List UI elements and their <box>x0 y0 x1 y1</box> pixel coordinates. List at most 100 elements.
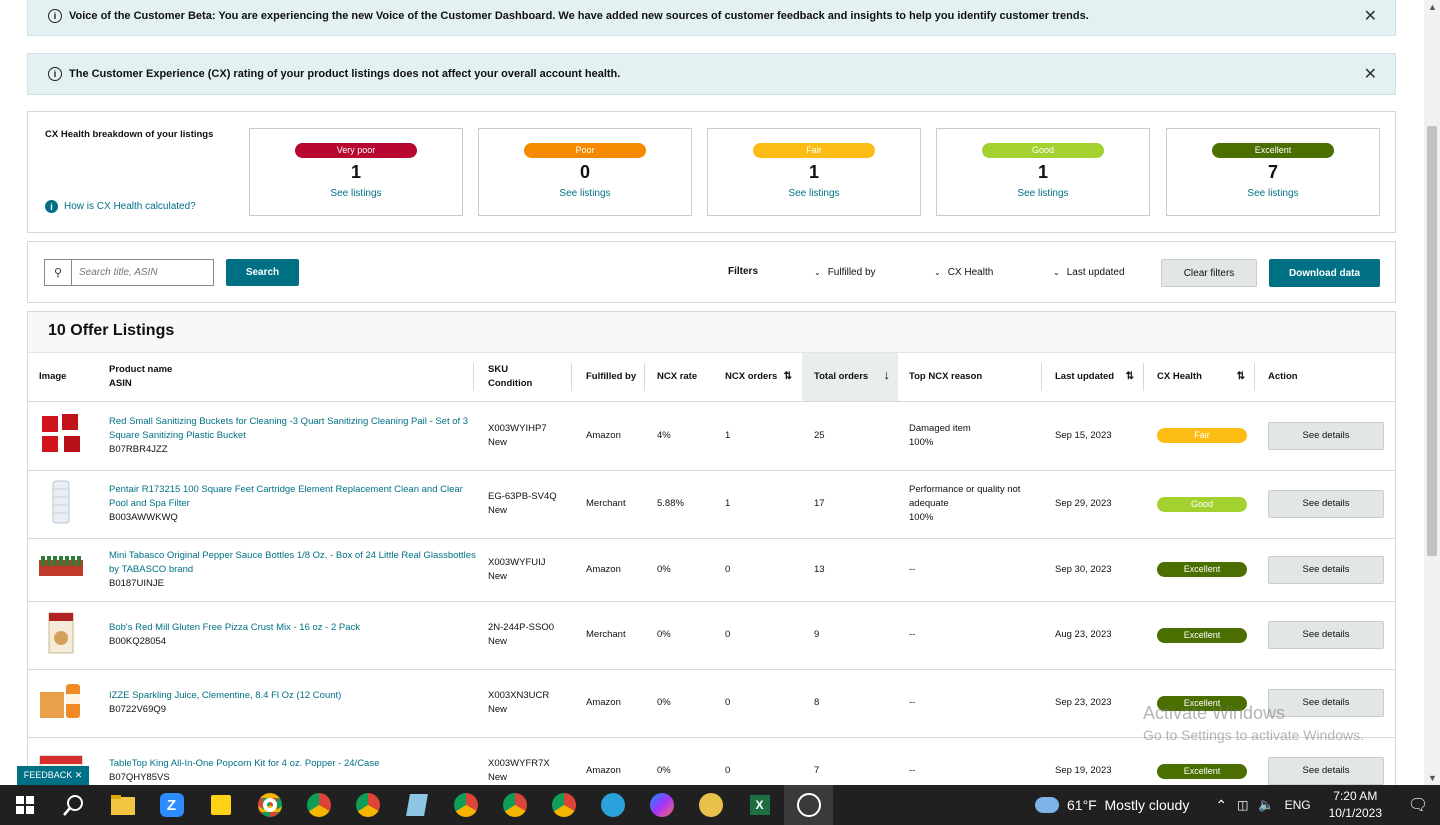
feedback-button[interactable]: FEEDBACK ✕ <box>17 766 89 785</box>
see-details-button[interactable]: See details <box>1268 621 1384 649</box>
close-icon[interactable]: ✕ <box>1364 64 1377 84</box>
total-orders: 7 <box>802 737 898 785</box>
col-last-updated[interactable]: Last updated ⇅ <box>1044 353 1146 402</box>
chrome-icon[interactable] <box>294 785 343 825</box>
weather-icon[interactable] <box>1035 797 1060 813</box>
sort-icon[interactable]: ⇅ <box>784 370 792 384</box>
product-image[interactable] <box>28 470 98 539</box>
scroll-down-icon[interactable]: ▼ <box>1428 773 1437 783</box>
product-image[interactable] <box>28 401 98 471</box>
search-input[interactable] <box>72 260 212 285</box>
close-icon[interactable]: ✕ <box>1364 6 1377 26</box>
vertical-scrollbar[interactable]: ▲ ▼ <box>1424 0 1440 785</box>
see-listings-link[interactable]: See listings <box>479 188 691 199</box>
col-total-orders[interactable]: Total orders ↓ <box>802 353 898 402</box>
cx-health-badge: Good <box>1157 496 1247 512</box>
filters-label: Filters <box>728 266 759 277</box>
zoom-icon[interactable]: Z <box>147 785 196 825</box>
how-calculated-label[interactable]: How is CX Health calculated? <box>64 201 196 212</box>
sort-icon[interactable]: ⇅ <box>1237 370 1245 384</box>
condition: New <box>488 704 508 715</box>
col-cx-health[interactable]: CX Health ⇅ <box>1146 353 1257 402</box>
sticky-notes-icon[interactable] <box>196 785 245 825</box>
excel-icon[interactable]: X <box>735 785 784 825</box>
banner-text: The Customer Experience (CX) rating of y… <box>69 68 621 80</box>
clear-filters-button[interactable]: Clear filters <box>1161 259 1257 287</box>
product-name-link[interactable]: TableTop King All-In-One Popcorn Kit for… <box>109 757 476 771</box>
izze-juice-image[interactable] <box>38 678 84 724</box>
col-total-orders-label[interactable]: Total orders <box>814 371 868 382</box>
fulfilled-by-filter[interactable]: ⌄ Fulfilled by <box>814 267 876 278</box>
sort-desc-icon[interactable]: ↓ <box>884 368 891 382</box>
pizza-mix-image[interactable] <box>38 610 84 656</box>
cx-rating-banner: i The Customer Experience (CX) rating of… <box>27 53 1396 95</box>
sku: X003WYFUIJ <box>488 556 546 568</box>
search-icon: ⚲ <box>45 260 72 285</box>
photos-icon[interactable] <box>784 785 833 825</box>
chrome-icon[interactable] <box>441 785 490 825</box>
see-listings-link[interactable]: See listings <box>708 188 920 199</box>
product-name-link[interactable]: Mini Tabasco Original Pepper Sauce Bottl… <box>109 549 476 577</box>
info-icon: i <box>45 200 58 213</box>
product-name-link[interactable]: Red Small Sanitizing Buckets for Cleanin… <box>109 415 476 443</box>
see-details-button[interactable]: See details <box>1268 555 1384 584</box>
col-last-updated-label[interactable]: Last updated <box>1055 371 1114 382</box>
last-updated-label[interactable]: Last updated <box>1067 267 1125 278</box>
col-image: Image <box>28 353 98 402</box>
cx-health-filter[interactable]: ⌄ CX Health <box>934 267 993 278</box>
chrome-icon[interactable] <box>245 785 294 825</box>
health-card-excellent: Excellent 7 See listings <box>1166 128 1380 216</box>
col-ncx-orders[interactable]: NCX orders ⇅ <box>708 353 802 402</box>
notifications-icon[interactable]: 🗨 <box>1396 795 1440 815</box>
download-data-button[interactable]: Download data <box>1269 259 1380 287</box>
see-listings-link[interactable]: See listings <box>250 188 462 199</box>
see-details-button[interactable]: See details <box>1268 757 1384 785</box>
cx-health-label[interactable]: CX Health <box>948 267 994 278</box>
emoji-app-icon[interactable] <box>686 785 735 825</box>
product-image[interactable] <box>28 538 98 602</box>
tabasco-box-image[interactable] <box>38 544 84 590</box>
file-explorer-icon[interactable] <box>98 785 147 825</box>
scrollbar-thumb[interactable] <box>1427 126 1437 556</box>
language-indicator[interactable]: ENG <box>1285 798 1311 812</box>
chrome-icon[interactable] <box>490 785 539 825</box>
windows-start-icon[interactable] <box>0 785 49 825</box>
fulfilled-by: Amazon <box>574 737 647 785</box>
sort-icon[interactable]: ⇅ <box>1126 370 1134 384</box>
see-listings-link[interactable]: See listings <box>1167 188 1379 199</box>
clock[interactable]: 7:20 AM 10/1/2023 <box>1329 788 1382 822</box>
table-header-row: Image Product name ASIN SKU Condition Fulf… <box>28 353 1395 402</box>
product-name-link[interactable]: IZZE Sparkling Juice, Clementine, 8.4 Fl… <box>109 689 476 703</box>
how-calculated-link[interactable]: i How is CX Health calculated? <box>45 200 196 213</box>
col-cx-health-label[interactable]: CX Health <box>1157 371 1202 382</box>
product-image[interactable] <box>28 669 98 738</box>
pool-filter-image[interactable] <box>38 479 84 525</box>
health-count: 1 <box>1037 162 1048 182</box>
search-button[interactable]: Search <box>226 259 299 286</box>
see-listings-link[interactable]: See listings <box>937 188 1149 199</box>
col-asin-label: ASIN <box>109 377 132 389</box>
fulfilled-by-label[interactable]: Fulfilled by <box>828 267 876 278</box>
table-row: Red Small Sanitizing Buckets for Cleanin… <box>28 401 1395 471</box>
cx-health-breakdown: CX Health breakdown of your listings i H… <box>27 111 1396 233</box>
health-pill: Fair <box>753 143 875 158</box>
chrome-icon[interactable] <box>539 785 588 825</box>
product-image[interactable] <box>28 601 98 670</box>
product-name-link[interactable]: Bob's Red Mill Gluten Free Pizza Crust M… <box>109 621 476 635</box>
search-icon[interactable] <box>49 785 98 825</box>
scroll-up-icon[interactable]: ▲ <box>1428 2 1437 12</box>
weather-text[interactable]: 61°F Mostly cloudy <box>1067 797 1189 813</box>
see-details-button[interactable]: See details <box>1268 421 1384 450</box>
see-details-button[interactable]: See details <box>1268 490 1384 518</box>
chevron-up-icon[interactable]: ⌃ <box>1215 797 1227 814</box>
last-updated-filter[interactable]: ⌄ Last updated <box>1053 267 1125 278</box>
messenger-icon[interactable] <box>637 785 686 825</box>
red-buckets-image[interactable] <box>38 410 84 456</box>
product-name-link[interactable]: Pentair R173215 100 Square Feet Cartridg… <box>109 483 476 511</box>
col-ncx-orders-label[interactable]: NCX orders <box>725 371 777 382</box>
device-icon[interactable]: ◫ <box>1237 798 1248 812</box>
telegram-icon[interactable] <box>588 785 637 825</box>
chrome-icon[interactable] <box>343 785 392 825</box>
volume-icon[interactable]: 🔈 <box>1258 797 1274 813</box>
notepad-icon[interactable] <box>392 785 441 825</box>
